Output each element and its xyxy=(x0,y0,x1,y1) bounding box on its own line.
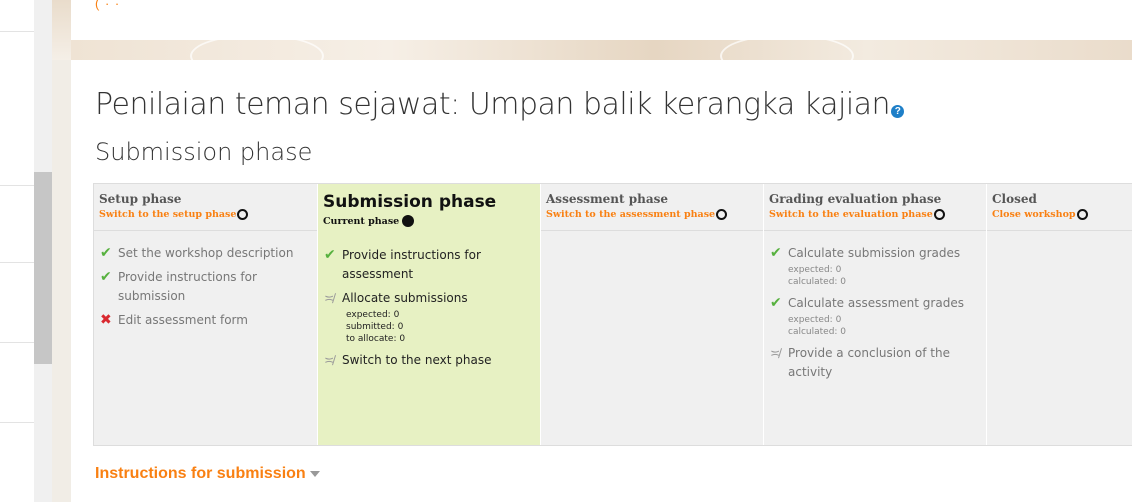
task-label: Allocate submissions xyxy=(342,291,468,305)
task-details: expected: 0 submitted: 0 to allocate: 0 xyxy=(346,309,536,345)
phase-header: Assessment phase Switch to the assessment… xyxy=(541,184,763,231)
switch-phase-link[interactable]: Switch to the setup phase xyxy=(99,209,317,220)
task-detail-line: calculated: 0 xyxy=(788,327,847,337)
task-item: ≍∕ Allocate submissions xyxy=(324,289,536,308)
switch-phase-link[interactable]: Switch to the assessment phase xyxy=(546,209,763,220)
phase-column-submission-phase: Submission phase Current phase ✔ Provide in… xyxy=(318,184,541,445)
circle-icon xyxy=(933,209,945,220)
task-label: Set the workshop description xyxy=(118,246,294,260)
phase-title: Closed xyxy=(992,192,1037,206)
cross-icon: ✖ xyxy=(100,312,112,328)
task-item: ≍∕ Provide a conclusion of the activity xyxy=(770,344,982,382)
drawer-divider xyxy=(0,262,34,263)
phase-title: Assessment phase xyxy=(546,192,669,206)
task-item: ✔ Provide instructions for submission xyxy=(100,268,313,306)
phase-column-closed: Closed Close workshop xyxy=(987,184,1132,445)
drawer-divider xyxy=(0,422,34,423)
drawer-scrollbar-thumb[interactable] xyxy=(34,172,52,364)
check-icon: ✔ xyxy=(770,245,782,261)
phase-action-label: Switch to the assessment phase xyxy=(546,209,716,220)
task-details: expected: 0 calculated: 0 xyxy=(788,314,982,338)
task-label: Provide instructions for assessment xyxy=(342,248,481,281)
check-icon: ✔ xyxy=(770,295,782,311)
task-label: Calculate submission grades xyxy=(788,246,961,260)
task-detail-line: to allocate: 0 xyxy=(346,334,406,344)
task-label: Switch to the next phase xyxy=(342,353,492,367)
check-icon: ✔ xyxy=(100,269,112,285)
task-detail-line: expected: 0 xyxy=(788,315,842,325)
circle-icon xyxy=(1076,209,1088,220)
page-gutter xyxy=(52,0,71,502)
task-item: ✖ Edit assessment form xyxy=(100,311,313,330)
check-icon: ✔ xyxy=(100,245,112,261)
circle-icon xyxy=(716,209,728,220)
current-phase-indicator: Current phase xyxy=(323,215,540,227)
task-item: ✔ Calculate assessment grades xyxy=(770,294,982,313)
pending-icon: ≍∕ xyxy=(324,291,336,305)
page-title: Penilaian teman sejawat: Umpan balik ker… xyxy=(95,87,905,122)
pending-icon: ≍∕ xyxy=(770,346,782,360)
phase-column-grading-evaluation-phase: Grading evaluation phase Switch to the ev… xyxy=(764,184,987,445)
instructions-link-label: Instructions for submission xyxy=(95,465,306,482)
phase-action-label: Switch to the evaluation phase xyxy=(769,209,933,220)
phase-action-label: Current phase xyxy=(323,215,400,227)
phase-column-assessment-phase: Assessment phase Switch to the assessment… xyxy=(541,184,764,445)
drawer-divider xyxy=(0,185,34,186)
task-item: ✔ Provide instructions for assessment xyxy=(324,246,536,284)
phase-tasks: ✔ Set the workshop description ✔ Provide in… xyxy=(100,244,313,335)
phase-tasks: ✔ Provide instructions for assessment ≍∕ Al… xyxy=(324,246,536,375)
phase-header: Closed Close workshop xyxy=(987,184,1132,231)
phase-header: Grading evaluation phase Switch to the ev… xyxy=(764,184,986,231)
task-label: Edit assessment form xyxy=(118,313,248,327)
task-label: Provide a conclusion of the activity xyxy=(788,346,950,379)
task-label: Provide instructions for submission xyxy=(118,270,257,303)
workshop-userplan: Setup phase Switch to the setup phase ✔ Set… xyxy=(93,183,1132,446)
switch-phase-link[interactable]: Switch to the evaluation phase xyxy=(769,209,986,220)
chevron-down-icon xyxy=(309,470,320,477)
check-icon: ✔ xyxy=(324,247,336,263)
phase-column-setup-phase: Setup phase Switch to the setup phase ✔ Set… xyxy=(94,184,318,445)
pending-icon: ≍∕ xyxy=(324,353,336,367)
phase-action-label: Switch to the setup phase xyxy=(99,209,237,220)
task-detail-line: expected: 0 xyxy=(346,310,400,320)
current-phase-heading: Submission phase xyxy=(95,138,313,166)
phase-title: Grading evaluation phase xyxy=(769,192,942,206)
task-detail-line: expected: 0 xyxy=(788,265,842,275)
circle-icon xyxy=(237,209,249,220)
help-icon[interactable]: ? xyxy=(891,105,905,118)
task-item: ≍∕ Switch to the next phase xyxy=(324,351,536,370)
switch-phase-link[interactable]: Close workshop xyxy=(992,209,1132,220)
header-card xyxy=(71,0,1132,40)
phase-header: Submission phase Current phase xyxy=(318,184,540,231)
header-breadcrumb-text: ( · · xyxy=(95,0,121,11)
task-label: Calculate assessment grades xyxy=(788,296,964,310)
drawer-divider xyxy=(0,31,34,32)
task-details: expected: 0 calculated: 0 xyxy=(788,264,982,288)
filled-circle-icon xyxy=(402,215,415,227)
drawer-divider xyxy=(0,342,34,343)
phase-title: Setup phase xyxy=(99,192,182,206)
phase-action-label: Close workshop xyxy=(992,209,1076,220)
phase-header: Setup phase Switch to the setup phase xyxy=(94,184,317,231)
task-item: ✔ Set the workshop description xyxy=(100,244,313,263)
instructions-for-submission-link[interactable]: Instructions for submission xyxy=(95,465,320,483)
task-detail-line: submitted: 0 xyxy=(346,322,404,332)
phase-tasks: ✔ Calculate submission grades expected: 0 c… xyxy=(770,244,982,387)
left-drawer xyxy=(0,0,35,502)
page-gutter-header xyxy=(52,0,71,60)
task-item: ✔ Calculate submission grades xyxy=(770,244,982,263)
phase-title: Submission phase xyxy=(323,192,497,212)
page-title-text: Penilaian teman sejawat: Umpan balik ker… xyxy=(95,87,891,122)
task-detail-line: calculated: 0 xyxy=(788,277,847,287)
